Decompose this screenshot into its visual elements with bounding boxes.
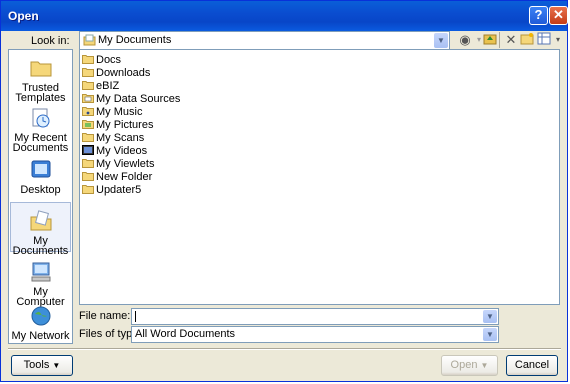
- list-item[interactable]: My Pictures: [82, 119, 153, 132]
- chevron-down-icon[interactable]: ▼: [483, 328, 497, 341]
- pictures-folder-icon: [82, 120, 94, 129]
- music-folder-icon: [82, 107, 94, 116]
- folder-icon: [82, 81, 94, 90]
- chevron-down-icon: ▼: [52, 361, 61, 370]
- new-folder-icon[interactable]: [519, 32, 535, 48]
- close-button[interactable]: ✕: [549, 6, 568, 25]
- look-in-dropdown[interactable]: My Documents ▼: [79, 31, 450, 50]
- place-my-recent-documents[interactable]: My Recent Documents: [10, 106, 71, 154]
- chevron-down-icon[interactable]: ▼: [483, 310, 497, 323]
- help-button[interactable]: ?: [529, 6, 548, 25]
- place-my-computer[interactable]: My Computer: [10, 260, 71, 308]
- open-dialog: Open ? ✕ Look in: My Documents ▼ ◉ ▾ ✕ ▾…: [0, 0, 568, 382]
- my-network-icon: [31, 306, 50, 326]
- list-item[interactable]: New Folder: [82, 171, 152, 184]
- delete-icon[interactable]: ✕: [503, 32, 519, 48]
- tools-button[interactable]: Tools ▼: [11, 355, 73, 376]
- file-name-field[interactable]: ▼: [131, 308, 499, 325]
- list-item[interactable]: Updater5: [82, 184, 141, 197]
- my-documents-icon: [30, 210, 51, 231]
- folder-icon: [82, 68, 94, 77]
- chevron-down-icon[interactable]: ▼: [434, 33, 448, 48]
- file-name-label: File name:: [79, 310, 131, 322]
- footer-divider: [8, 348, 561, 350]
- folder-icon: [30, 61, 51, 77]
- list-item[interactable]: My Videos: [82, 145, 147, 158]
- toolbar-divider: [499, 32, 500, 48]
- up-one-level-icon[interactable]: [482, 32, 498, 48]
- views-dropdown-icon[interactable]: ▾: [550, 32, 566, 48]
- list-item[interactable]: My Scans: [82, 132, 144, 145]
- place-desktop[interactable]: Desktop: [10, 158, 71, 196]
- list-item[interactable]: Downloads: [82, 67, 150, 80]
- recent-documents-icon: [32, 108, 49, 128]
- folder-icon: [82, 172, 94, 181]
- place-my-network[interactable]: My Network: [10, 304, 71, 342]
- cancel-button[interactable]: Cancel: [506, 355, 558, 376]
- chevron-down-icon: ▼: [480, 361, 489, 370]
- data-sources-folder-icon: [82, 94, 94, 103]
- my-computer-icon: [31, 262, 50, 282]
- places-bar: Trusted Templates My Recent Documents De…: [8, 49, 73, 344]
- file-list[interactable]: Docs Downloads eBIZ My Data Sources My M…: [79, 49, 560, 305]
- list-item[interactable]: Docs: [82, 54, 121, 67]
- videos-folder-icon: [82, 145, 94, 155]
- my-documents-icon: [83, 34, 96, 46]
- desktop-icon: [31, 160, 50, 178]
- folder-icon: [82, 185, 94, 194]
- look-in-label: Look in:: [31, 35, 70, 47]
- look-in-value: My Documents: [98, 34, 172, 46]
- open-button[interactable]: Open ▼: [441, 355, 498, 376]
- place-my-documents[interactable]: My Documents: [10, 202, 71, 257]
- files-of-type-dropdown[interactable]: All Word Documents ▼: [131, 326, 499, 343]
- folder-icon: [82, 133, 94, 142]
- place-trusted-templates[interactable]: Trusted Templates: [10, 56, 71, 104]
- title-bar[interactable]: Open ? ✕: [1, 1, 568, 31]
- text-cursor: [135, 311, 136, 322]
- folder-icon: [82, 55, 94, 64]
- list-item[interactable]: My Data Sources: [82, 93, 180, 106]
- list-item[interactable]: My Viewlets: [82, 158, 154, 171]
- folder-icon: [82, 159, 94, 168]
- window-title: Open: [8, 9, 39, 23]
- list-item[interactable]: My Music: [82, 106, 142, 119]
- list-item[interactable]: eBIZ: [82, 80, 119, 93]
